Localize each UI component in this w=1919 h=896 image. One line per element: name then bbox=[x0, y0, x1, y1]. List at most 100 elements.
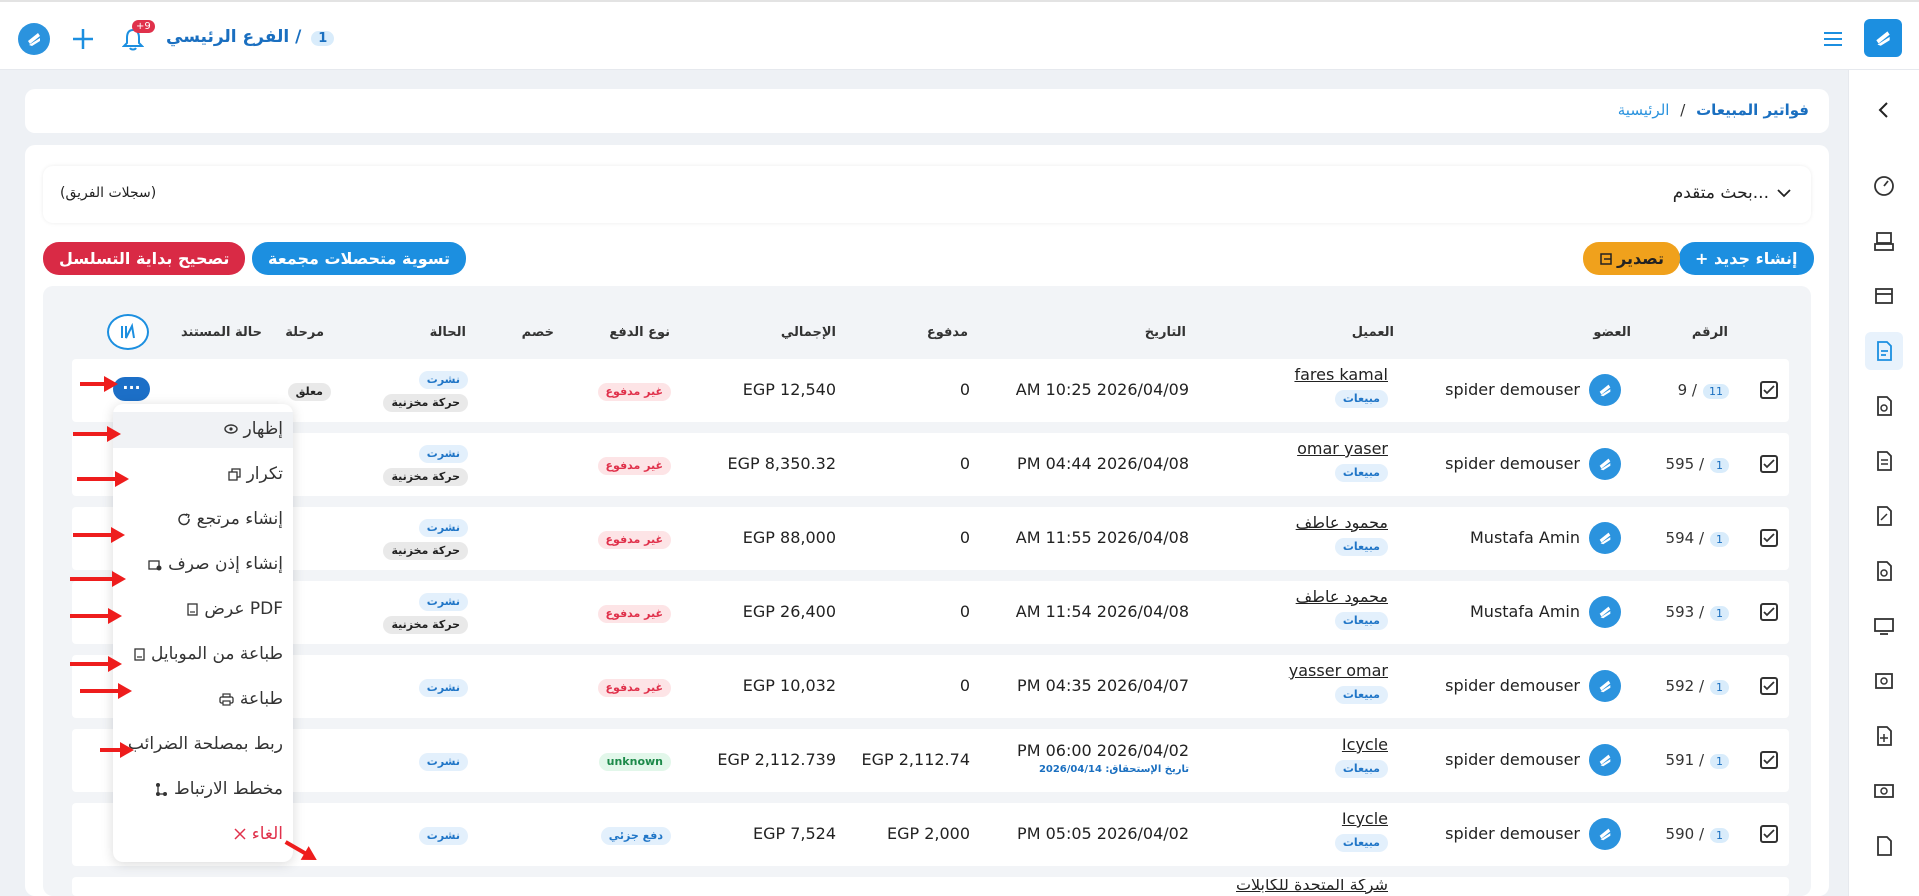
row-more-button[interactable]: ··· bbox=[113, 377, 150, 401]
row-checkbox[interactable] bbox=[1760, 603, 1778, 621]
menu-tax-link[interactable]: ربط بمصلحة الضرائب bbox=[128, 734, 283, 754]
due-date: تاريخ الإستحقاق: 2026/04/14 bbox=[1038, 764, 1189, 775]
invoice-number-badge: 1 bbox=[1710, 458, 1729, 473]
export-button[interactable]: تصدير bbox=[1583, 242, 1680, 275]
payment-type-badge: دفع جزئي bbox=[600, 827, 671, 845]
sales-invoices-icon[interactable] bbox=[1865, 332, 1903, 370]
invoice-number: 590 / 1 bbox=[1666, 825, 1729, 843]
annotation-arrow bbox=[73, 527, 125, 543]
customer-cell: yasser omar مبيعات bbox=[1289, 661, 1388, 704]
menu-show[interactable]: إظهار bbox=[223, 419, 283, 439]
collect-settle-button[interactable]: تسوية متحصلات مجمعة bbox=[252, 242, 467, 275]
menu-pdf-label: عرض PDF bbox=[204, 599, 283, 619]
customer-link[interactable]: شركة المتحدة للكابلات bbox=[1236, 879, 1388, 896]
member-name: Mustafa Amin bbox=[1470, 528, 1580, 547]
customer-link[interactable]: Icycle bbox=[1335, 809, 1388, 828]
col-customer: العميل bbox=[1351, 325, 1394, 340]
table-row[interactable]: 591 / 1 spider demouser Icycle مبيعات PM 06:0… bbox=[72, 729, 1789, 792]
col-stage: مرحلة bbox=[285, 325, 324, 340]
table-row[interactable]: 593 / 1 Mustafa Amin محمود عاطف مبيعات AM 11:… bbox=[72, 581, 1789, 644]
breadcrumb-home[interactable]: الرئيسية bbox=[1618, 101, 1670, 119]
row-checkbox[interactable] bbox=[1760, 529, 1778, 547]
customer-type-badge: مبيعات bbox=[1334, 390, 1388, 408]
customer-link[interactable]: محمود عاطف bbox=[1296, 513, 1388, 532]
add-document-icon[interactable] bbox=[1865, 717, 1903, 755]
export-label: تصدير bbox=[1617, 249, 1664, 268]
status-badge: نشرت bbox=[418, 827, 468, 845]
customer-link[interactable]: omar yaser bbox=[1297, 439, 1388, 458]
check-icon bbox=[1763, 681, 1775, 691]
row-checkbox[interactable] bbox=[1760, 751, 1778, 769]
annotation-arrow bbox=[70, 608, 122, 624]
status-badge: نشرت bbox=[418, 519, 468, 537]
add-icon[interactable] bbox=[68, 24, 98, 54]
document-icon[interactable] bbox=[1865, 442, 1903, 480]
row-checkbox[interactable] bbox=[1760, 825, 1778, 843]
menu-tax-link-label: ربط بمصلحة الضرائب bbox=[127, 734, 283, 754]
branch-selector[interactable]: الفرع الرئيسي / 1 bbox=[166, 27, 335, 47]
payment-type-badge: غير مدفوع bbox=[597, 605, 671, 623]
cash-icon[interactable] bbox=[1865, 772, 1903, 810]
annotation-arrow bbox=[73, 426, 121, 442]
fix-sequence-button[interactable]: تصحيح بداية التسلسل bbox=[43, 242, 246, 275]
breadcrumb-current: فواتير المبيعات bbox=[1696, 101, 1809, 119]
customer-cell: محمود عاطف مبيعات bbox=[1296, 513, 1388, 556]
customer-cell: محمود عاطف مبيعات bbox=[1296, 587, 1388, 630]
row-checkbox[interactable] bbox=[1760, 677, 1778, 695]
invoice-date: AM 10:25 2026/04/09 bbox=[1015, 380, 1189, 399]
collapse-chevron-icon[interactable] bbox=[1865, 91, 1903, 129]
table-row[interactable]: 595 / 1 spider demouser omar yaser مبيعات PM … bbox=[72, 433, 1789, 496]
hamburger-menu-icon[interactable] bbox=[1820, 26, 1846, 52]
paid-amount: 0 bbox=[959, 602, 970, 621]
bell-icon[interactable]: +9 bbox=[118, 20, 155, 54]
advanced-search-label: بحث متقدم... bbox=[1672, 183, 1769, 203]
row-checkbox[interactable] bbox=[1760, 381, 1778, 399]
invoice-number-text: 9 / bbox=[1677, 381, 1697, 399]
menu-duplicate[interactable]: تكرار bbox=[227, 464, 283, 484]
customer-link[interactable]: محمود عاطف bbox=[1296, 587, 1388, 606]
check-icon bbox=[1763, 533, 1775, 543]
transfer-icon[interactable] bbox=[1865, 827, 1903, 865]
total-amount: EGP 12,540 bbox=[742, 380, 836, 399]
member-name: spider demouser bbox=[1445, 454, 1580, 473]
brand-logo[interactable] bbox=[1864, 19, 1902, 57]
quotation-icon[interactable] bbox=[1865, 387, 1903, 425]
status-badge: نشرت bbox=[418, 753, 468, 771]
customer-link[interactable]: yasser omar bbox=[1289, 661, 1388, 680]
credit-note-icon[interactable] bbox=[1865, 552, 1903, 590]
customer-link[interactable]: Icycle bbox=[1335, 735, 1388, 754]
notification-count: +9 bbox=[132, 20, 155, 33]
col-doc-status: حالة المستند bbox=[181, 325, 262, 340]
table-row[interactable]: 592 / 1 spider demouser yasser omar مبيعات PM… bbox=[72, 655, 1789, 718]
menu-dispatch-order[interactable]: إنشاء إذن صرف bbox=[148, 554, 283, 574]
user-logo-icon bbox=[1599, 384, 1611, 397]
menu-view-pdf[interactable]: عرض PDF bbox=[187, 599, 283, 619]
store-icon[interactable] bbox=[1865, 277, 1903, 315]
returns-icon[interactable] bbox=[1865, 497, 1903, 535]
status-badge: نشرت bbox=[418, 371, 468, 389]
status-badge: نشرت bbox=[418, 679, 468, 697]
dashboard-icon[interactable] bbox=[1865, 167, 1903, 205]
screen-icon[interactable] bbox=[1865, 607, 1903, 645]
table-row[interactable]: 590 / 1 spider demouser Icycle مبيعات PM 05:0… bbox=[72, 803, 1789, 866]
menu-print[interactable]: طباعة bbox=[219, 689, 283, 709]
row-checkbox[interactable] bbox=[1760, 455, 1778, 473]
columns-toggle-button[interactable] bbox=[107, 314, 149, 350]
table-row[interactable]: شركة المتحدة للكابلات bbox=[72, 877, 1789, 896]
menu-link-diagram[interactable]: مخطط الارتباط bbox=[155, 779, 283, 799]
table-row[interactable]: 9 / 11 spider demouser fares kamal مبيعات AM … bbox=[72, 359, 1789, 422]
app-logo[interactable] bbox=[18, 23, 50, 55]
menu-create-return[interactable]: إنشاء مرتجع bbox=[177, 509, 283, 529]
table-row[interactable]: 594 / 1 Mustafa Amin محمود عاطف مبيعات AM 11:… bbox=[72, 507, 1789, 570]
pos-icon[interactable] bbox=[1865, 222, 1903, 260]
menu-cancel-label: الغاء bbox=[251, 824, 283, 844]
advanced-search-bar[interactable]: بحث متقدم... (سجلات الفريق) bbox=[43, 166, 1811, 223]
menu-mobile-print[interactable]: طباعة من الموبايل bbox=[134, 644, 283, 664]
menu-cancel[interactable]: الغاء bbox=[234, 824, 283, 844]
create-new-button[interactable]: + إنشاء جديد bbox=[1679, 242, 1814, 275]
payments-icon[interactable] bbox=[1865, 662, 1903, 700]
check-icon bbox=[1763, 459, 1775, 469]
warehouse-icon bbox=[148, 559, 162, 570]
customer-link[interactable]: fares kamal bbox=[1294, 365, 1388, 384]
user-logo-icon bbox=[1599, 458, 1611, 471]
